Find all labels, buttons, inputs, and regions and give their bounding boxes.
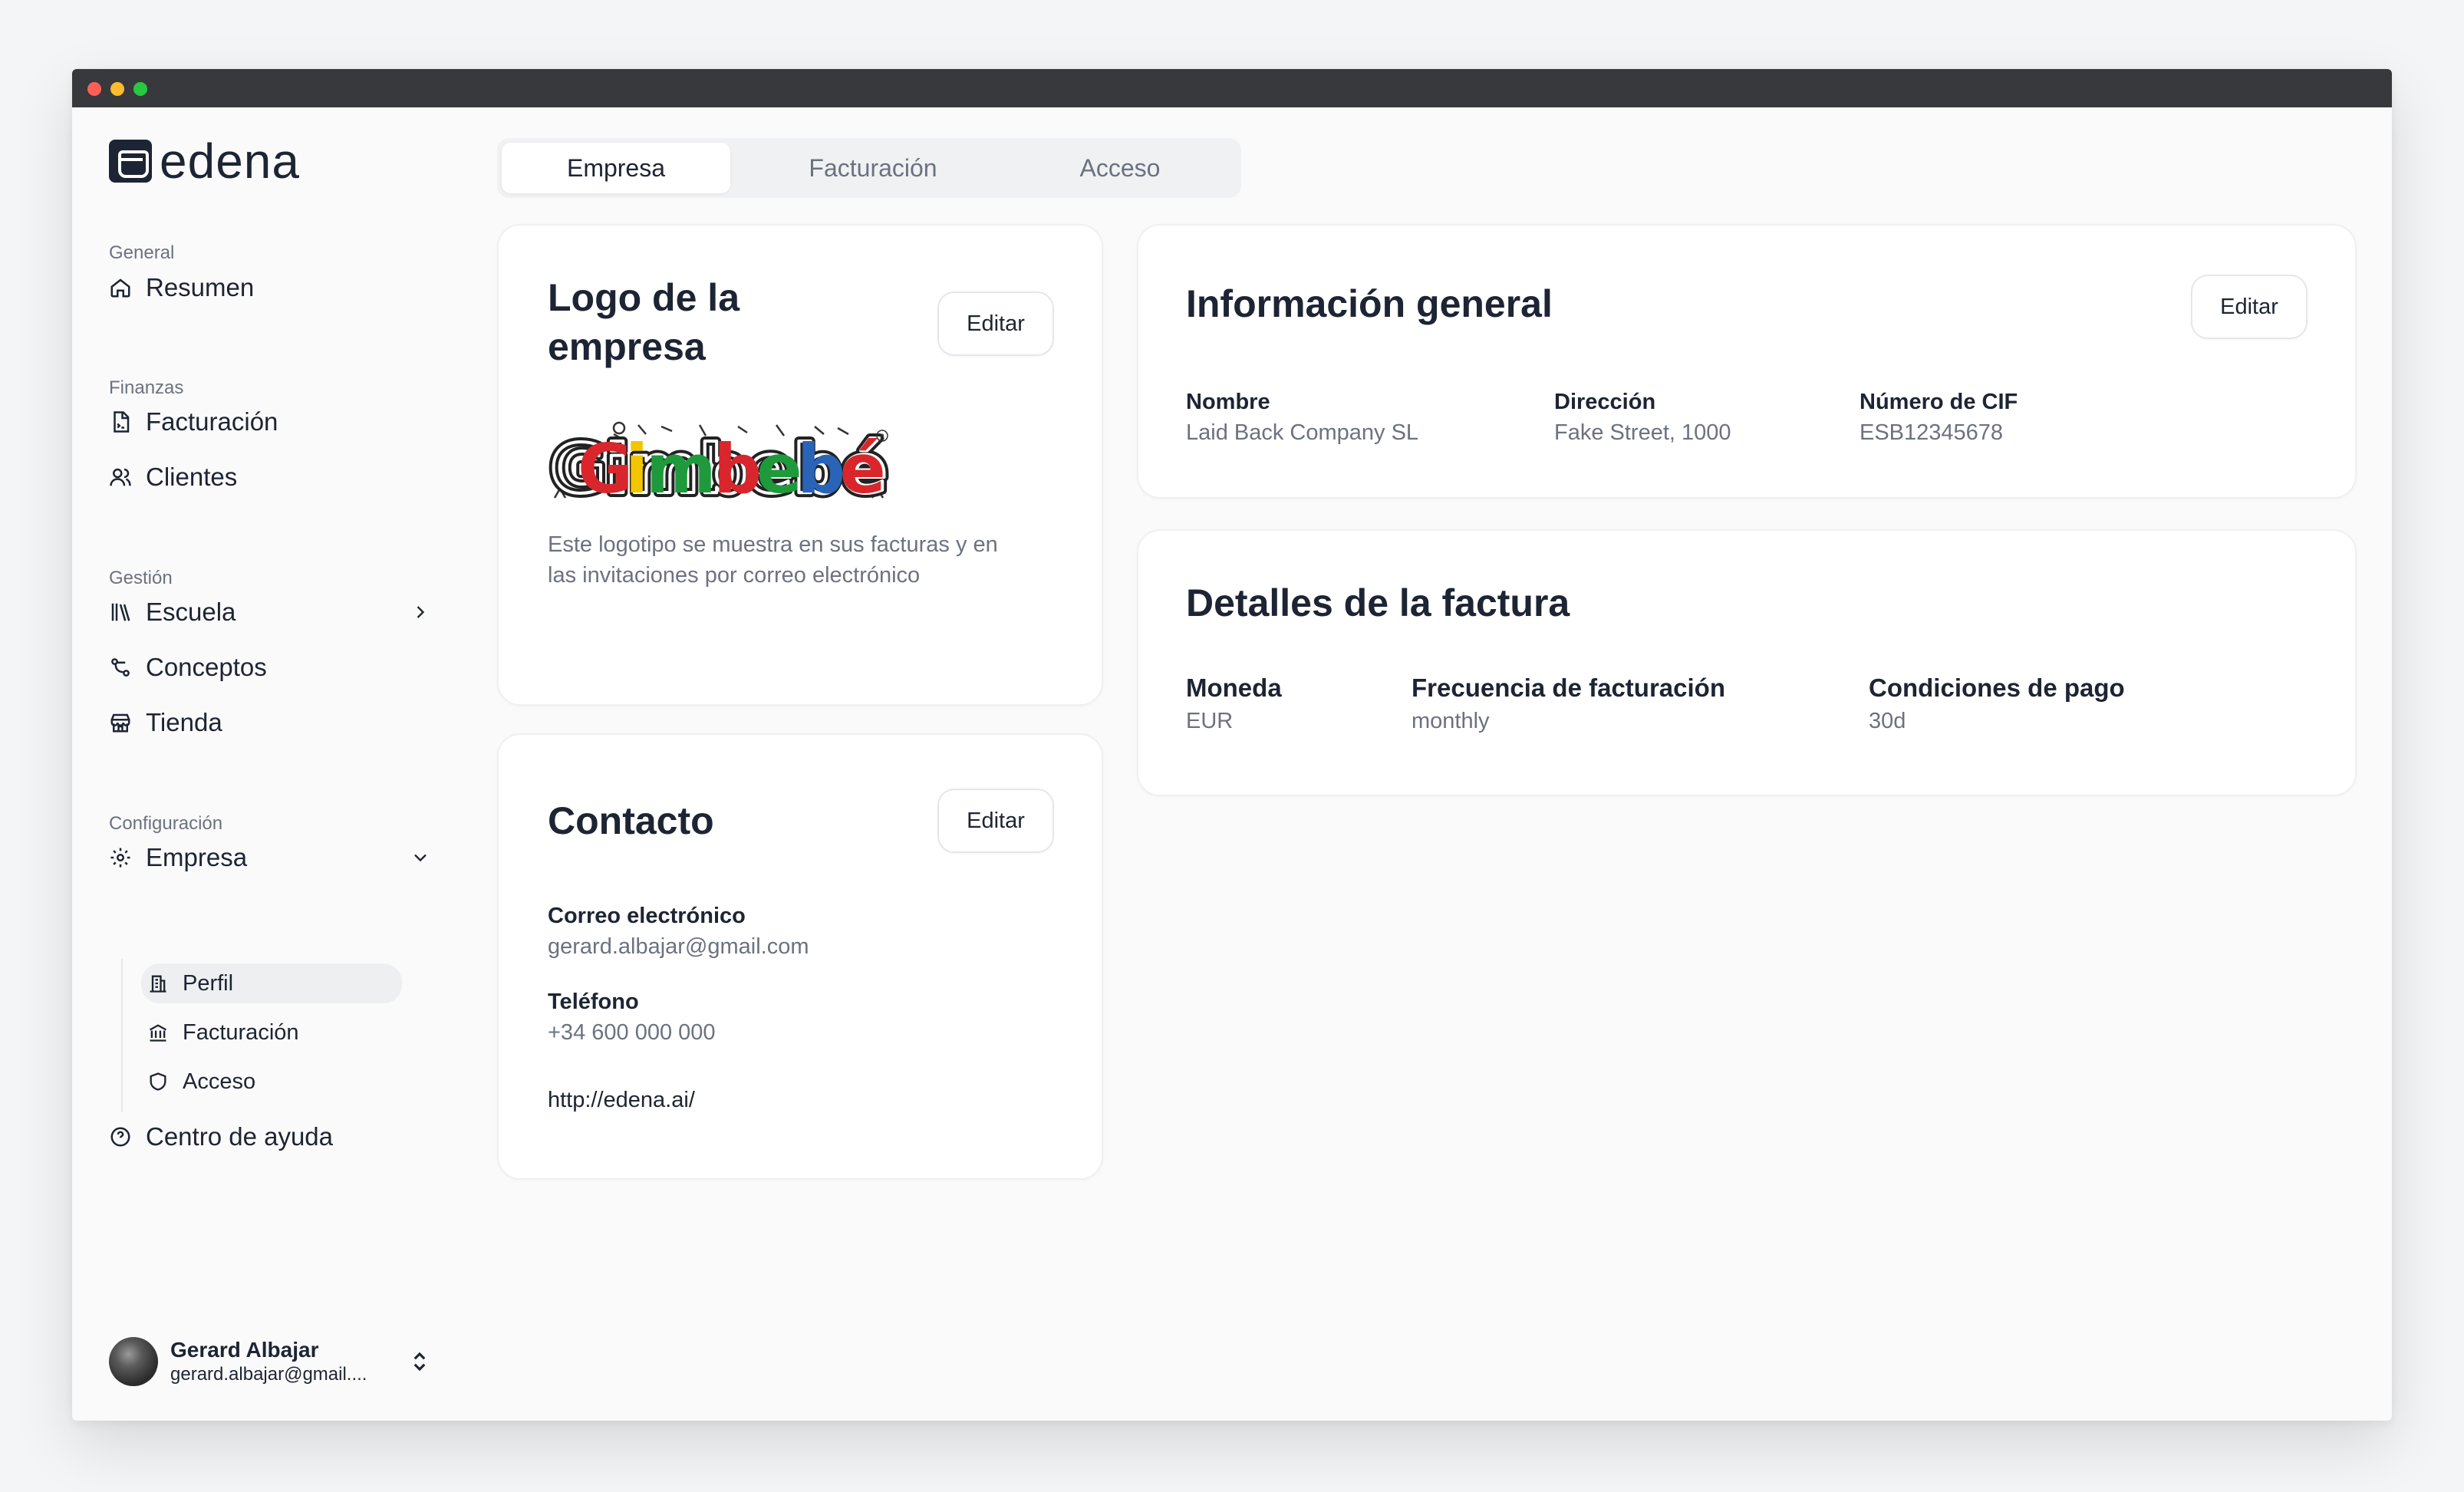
nombre-label: Nombre bbox=[1186, 390, 1270, 414]
chevron-right-icon bbox=[417, 606, 425, 618]
sidebar-subitem-facturacion[interactable]: Facturación bbox=[141, 1013, 402, 1052]
sidebar-item-facturacion[interactable]: Facturación bbox=[109, 400, 431, 443]
section-label-configuracion: Configuración bbox=[109, 813, 223, 834]
home-icon bbox=[110, 278, 130, 298]
contact-card: Contacto Editar Correo electrónico gerar… bbox=[497, 733, 1103, 1180]
user-menu[interactable]: Gerard Albajar gerard.albajar@gmail.... bbox=[109, 1335, 431, 1388]
bank-icon bbox=[149, 1024, 167, 1042]
sidebar-item-label: Resumen bbox=[146, 273, 255, 301]
sidebar-subitem-label: Acceso bbox=[183, 1069, 256, 1094]
sidebar-item-conceptos[interactable]: Conceptos bbox=[109, 646, 431, 689]
tab-empresa[interactable]: Empresa bbox=[502, 143, 730, 193]
section-label-finanzas: Finanzas bbox=[109, 377, 184, 398]
help-circle-icon bbox=[110, 1127, 130, 1147]
sidebar-item-escuela[interactable]: Escuela bbox=[109, 591, 431, 634]
user-name: Gerard Albajar bbox=[170, 1338, 319, 1362]
svg-text:i: i bbox=[625, 430, 648, 503]
nombre-value: Laid Back Company SL bbox=[1186, 420, 1419, 445]
settings-tabs: Empresa Facturación Acceso bbox=[497, 138, 1241, 198]
general-info-card: Información general Editar Nombre Laid B… bbox=[1137, 224, 2357, 499]
logo-card: Logo de la empresa Editar Gimbebé Gimbeb… bbox=[497, 224, 1103, 706]
sidebar-item-label: Conceptos bbox=[146, 653, 267, 681]
section-label-general: General bbox=[109, 242, 175, 263]
cif-value: ESB12345678 bbox=[1860, 420, 2004, 445]
edit-logo-button[interactable]: Editar bbox=[937, 291, 1054, 356]
svg-text:b: b bbox=[713, 430, 762, 503]
logo-card-title: Logo de la empresa bbox=[548, 276, 740, 368]
chevron-down-icon bbox=[414, 854, 427, 862]
submenu-guide-line bbox=[121, 959, 123, 1112]
app-name: edena bbox=[160, 133, 300, 189]
building-icon bbox=[150, 975, 166, 993]
sidebar-item-empresa[interactable]: Empresa bbox=[109, 836, 431, 879]
maximize-window-button[interactable] bbox=[133, 82, 147, 96]
tags-icon bbox=[111, 658, 130, 677]
invoice-icon bbox=[114, 411, 130, 433]
condiciones-label: Condiciones de pago bbox=[1869, 674, 2125, 702]
users-icon bbox=[110, 468, 131, 486]
direccion-label: Dirección bbox=[1554, 390, 1656, 414]
email-label: Correo electrónico bbox=[548, 904, 746, 928]
edit-contact-button[interactable]: Editar bbox=[937, 789, 1054, 853]
sidebar-item-label: Clientes bbox=[146, 463, 238, 491]
sidebar-item-tienda[interactable]: Tienda bbox=[109, 701, 431, 744]
gear-icon bbox=[110, 848, 130, 868]
user-info: Gerard Albajar gerard.albajar@gmail.... bbox=[170, 1338, 367, 1385]
svg-text:m: m bbox=[646, 430, 716, 503]
edena-logo-icon bbox=[109, 140, 152, 183]
phone-label: Teléfono bbox=[548, 990, 639, 1014]
moneda-value: EUR bbox=[1186, 709, 1234, 733]
sidebar-subitem-label: Perfil bbox=[183, 970, 234, 996]
chevron-up-down-icon bbox=[413, 1352, 426, 1372]
svg-text:R: R bbox=[880, 433, 884, 441]
app-logo[interactable]: edena bbox=[109, 137, 300, 186]
frecuencia-value: monthly bbox=[1412, 709, 1490, 733]
sidebar-item-label: Empresa bbox=[146, 843, 248, 871]
email-value: gerard.albajar@gmail.com bbox=[548, 934, 809, 959]
library-icon bbox=[111, 603, 130, 621]
window-titlebar bbox=[72, 69, 2392, 107]
tab-facturacion[interactable]: Facturación bbox=[758, 143, 988, 193]
condiciones-value: 30d bbox=[1869, 709, 1906, 733]
direccion-value: Fake Street, 1000 bbox=[1554, 420, 1731, 445]
general-info-title: Información general bbox=[1186, 282, 1553, 325]
sidebar-item-resumen[interactable]: Resumen bbox=[109, 266, 431, 309]
tab-acceso[interactable]: Acceso bbox=[1005, 143, 1235, 193]
section-label-gestion: Gestión bbox=[109, 568, 173, 588]
minimize-window-button[interactable] bbox=[110, 82, 124, 96]
invoice-details-title: Detalles de la factura bbox=[1186, 581, 1570, 624]
cif-label: Número de CIF bbox=[1860, 390, 2018, 414]
avatar bbox=[109, 1337, 158, 1386]
website-link[interactable]: http://edena.ai/ bbox=[548, 1088, 695, 1113]
moneda-label: Moneda bbox=[1186, 674, 1282, 702]
app-window: edena General Resumen Finanzas Facturaci… bbox=[72, 69, 2392, 1421]
contact-card-title: Contacto bbox=[548, 799, 714, 842]
sidebar-item-label: Escuela bbox=[146, 598, 236, 626]
shield-icon bbox=[150, 1072, 166, 1091]
frecuencia-label: Frecuencia de facturación bbox=[1412, 674, 1725, 702]
close-window-button[interactable] bbox=[87, 82, 101, 96]
svg-text:e: e bbox=[756, 430, 802, 503]
sidebar-item-centro-ayuda[interactable]: Centro de ayuda bbox=[109, 1115, 431, 1158]
store-icon bbox=[110, 713, 130, 733]
sidebar-item-clientes[interactable]: Clientes bbox=[109, 456, 431, 499]
sidebar-item-label: Centro de ayuda bbox=[146, 1122, 334, 1151]
invoice-details-card: Detalles de la factura Moneda EUR Frecue… bbox=[1137, 529, 2357, 796]
logo-description: Este logotipo se muestra en sus facturas… bbox=[548, 532, 998, 588]
sidebar-item-label: Facturación bbox=[146, 407, 278, 436]
phone-value: +34 600 000 000 bbox=[548, 1020, 716, 1045]
company-logo-image: Gimbebé Gimbebé G i m b e b é R bbox=[546, 421, 891, 503]
user-email: gerard.albajar@gmail.... bbox=[170, 1364, 367, 1385]
svg-text:b: b bbox=[797, 430, 845, 503]
sidebar-subitem-perfil[interactable]: Perfil bbox=[141, 963, 402, 1003]
edit-general-info-button[interactable]: Editar bbox=[2191, 275, 2308, 339]
sidebar-item-label: Tienda bbox=[146, 708, 222, 736]
sidebar-subitem-acceso[interactable]: Acceso bbox=[141, 1062, 402, 1102]
sidebar-subitem-label: Facturación bbox=[183, 1019, 299, 1045]
sidebar: edena General Resumen Finanzas Facturaci… bbox=[72, 107, 471, 1421]
